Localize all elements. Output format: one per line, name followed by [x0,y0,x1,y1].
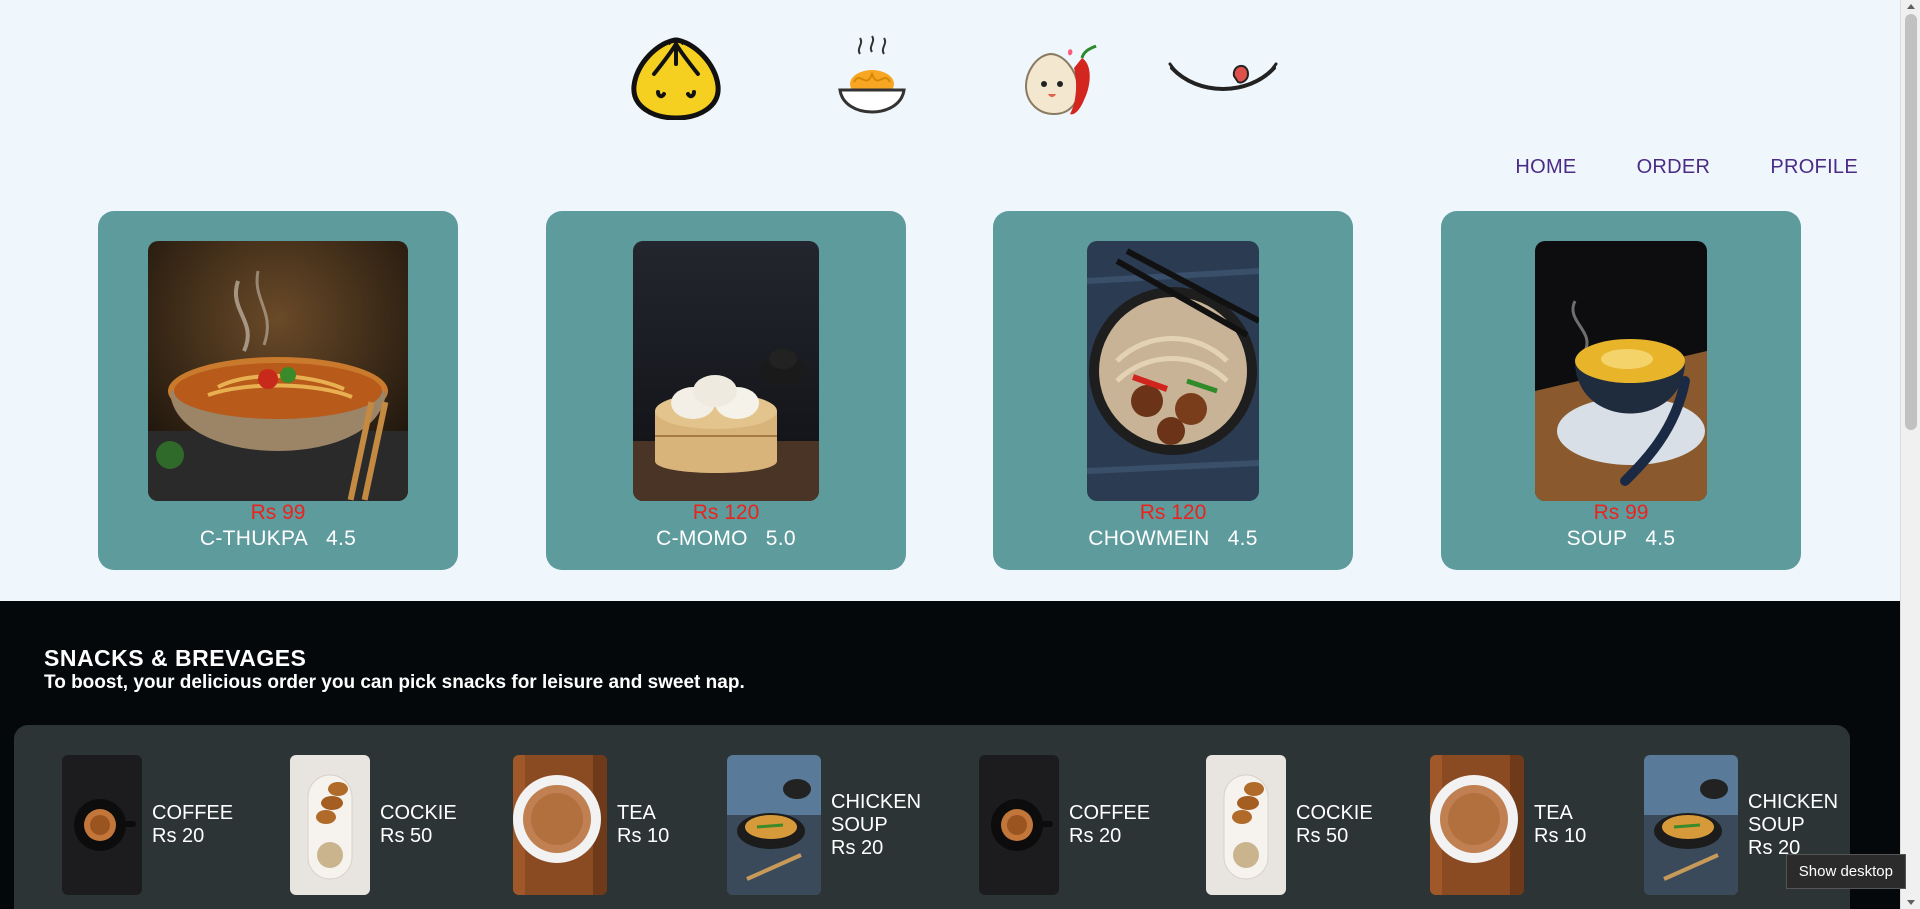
coffee-photo [62,755,142,895]
card-name-rating: SOUP 4.5 [1441,527,1801,551]
show-desktop-tooltip: Show desktop [1785,854,1906,889]
snack-price: Rs 50 [380,825,433,847]
smile-tongue-logo-icon [1168,56,1278,101]
nav-order-link[interactable]: ORDER [1637,156,1711,179]
card-rating: 4.5 [326,527,357,550]
snack-name: COCKIE [1296,802,1373,824]
card-name: C-THUKPA [199,527,309,550]
card-name: C-MOMO [656,527,748,550]
snack-price: Rs 20 [152,825,205,847]
snack-item-coffee[interactable]: COFFEE Rs 20 [979,755,1150,895]
snack-name-2: SOUP [1748,813,1805,836]
card-price: Rs 120 [1139,501,1207,524]
snack-name: COFFEE [1069,802,1151,824]
snack-price: Rs 10 [1534,825,1587,847]
snack-name: TEA [617,802,656,824]
snack-text: COFFEE Rs 20 [152,802,233,848]
snack-item-tea[interactable]: TEA Rs 10 [1430,755,1586,895]
snack-price: Rs 50 [1296,825,1349,847]
snack-name: CHICKEN [1748,790,1839,813]
bun-logo-icon [628,34,724,125]
snack-text: COFFEE Rs 20 [1069,802,1150,848]
snack-item-tea[interactable]: TEA Rs 10 [513,755,669,895]
snacks-list: COFFEE Rs 20 COCKIE Rs 50 TEA Rs 10 CHICKEN… [14,725,1850,909]
snack-name-2: SOUP [831,813,888,836]
coffee-photo [979,755,1059,895]
snack-text: TEA Rs 10 [1534,802,1586,848]
card-rating: 4.5 [1645,527,1676,550]
vertical-scrollbar[interactable] [1900,0,1920,909]
snack-name: TEA [1534,802,1573,824]
snacks-section: SNACKS & BREVAGES To boost, your delicio… [0,601,1900,909]
snack-text: COCKIE Rs 50 [380,802,457,848]
nav-home-link[interactable]: HOME [1515,156,1576,179]
chowmein-photo [1087,241,1259,501]
nav-profile-link[interactable]: PROFILE [1770,156,1858,179]
chicken-soup-photo [727,755,821,895]
snack-item-cockie[interactable]: COCKIE Rs 50 [1206,755,1373,895]
food-card-chowmein[interactable]: Rs 120 CHOWMEIN 4.5 [993,211,1353,570]
card-name: SOUP [1566,527,1628,550]
food-card-momo[interactable]: Rs 120 C-MOMO 5.0 [546,211,906,570]
cookie-photo [290,755,370,895]
snack-item-chicken-soup[interactable]: CHICKEN SOUP Rs 20 [727,755,921,895]
momo-steamer-photo [633,241,819,501]
snacks-subheading: To boost, your delicious order you can p… [44,672,745,693]
main-nav: HOME ORDER PROFILE [1515,156,1858,179]
snack-price: Rs 10 [617,825,670,847]
card-rating: 4.5 [1227,527,1258,550]
snack-item-coffee[interactable]: COFFEE Rs 20 [62,755,233,895]
snack-name: COFFEE [152,802,234,824]
chicken-soup-photo [1644,755,1738,895]
food-card-thukpa[interactable]: Rs 99 C-THUKPA 4.5 [98,211,458,570]
soup-bowl-photo [1535,241,1707,501]
snack-text: COCKIE Rs 50 [1296,802,1373,848]
snacks-heading: SNACKS & BREVAGES [44,645,307,671]
tea-photo [1430,755,1524,895]
cookie-photo [1206,755,1286,895]
snack-price: Rs 20 [1069,825,1122,847]
card-name-rating: C-MOMO 5.0 [546,527,906,551]
snack-price: Rs 20 [831,836,884,859]
snack-name: CHICKEN [831,790,922,813]
scroll-up-arrow-icon[interactable] [1907,4,1915,9]
snack-item-cockie[interactable]: COCKIE Rs 50 [290,755,457,895]
card-price: Rs 99 [1593,501,1649,524]
scroll-down-arrow-icon[interactable] [1907,900,1915,905]
snack-text: CHICKEN SOUP Rs 20 [1748,791,1838,860]
card-rating: 5.0 [765,527,796,550]
scrollbar-thumb[interactable] [1905,14,1917,430]
card-name-rating: C-THUKPA 4.5 [98,527,458,551]
card-price: Rs 99 [250,501,306,524]
card-name-rating: CHOWMEIN 4.5 [993,527,1353,551]
card-name: CHOWMEIN [1088,527,1210,550]
noodle-bowl-logo-icon [836,34,908,119]
tea-photo [513,755,607,895]
card-price: Rs 120 [692,501,760,524]
snack-text: CHICKEN SOUP Rs 20 [831,791,921,860]
momo-chili-logo-icon [1022,44,1106,125]
snack-name: COCKIE [380,802,457,824]
snack-text: TEA Rs 10 [617,802,669,848]
food-card-soup[interactable]: Rs 99 SOUP 4.5 [1441,211,1801,570]
noodle-soup-photo [148,241,408,501]
